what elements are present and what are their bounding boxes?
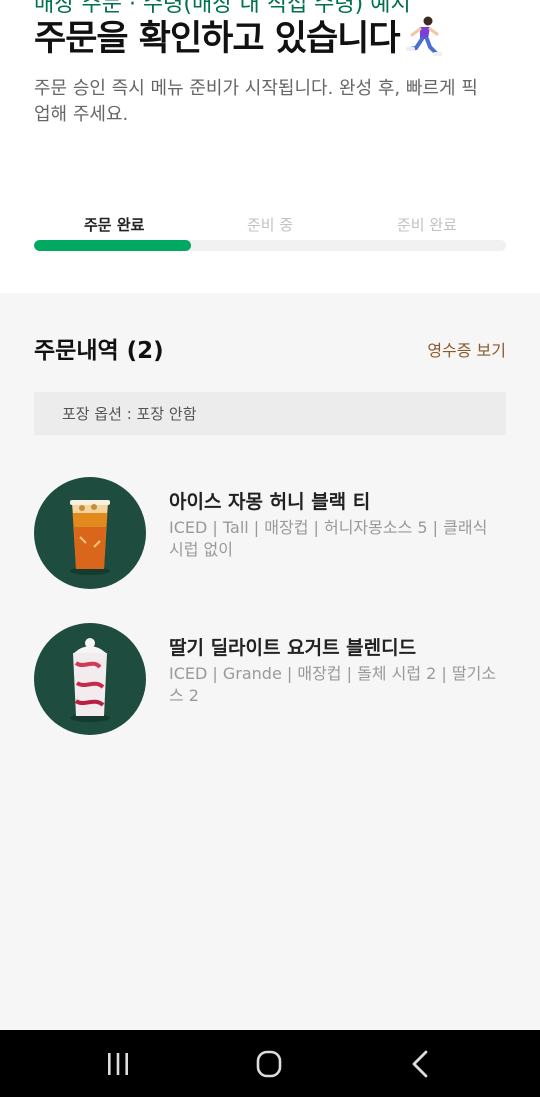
system-navigation-bar [0,1030,540,1097]
running-person-icon [405,15,442,57]
strawberry-yogurt-blended-image [34,623,146,735]
iced-grapefruit-tea-image [34,477,146,589]
page-title: 주문을 확인하고 있습니다 [34,10,442,61]
page-title-text: 주문을 확인하고 있습니다 [34,19,401,59]
recent-apps-icon[interactable] [98,1048,138,1080]
item-name: 아이스 자몽 허니 블랙 티 [169,491,371,513]
step-ready: 준비 완료 [397,216,457,234]
order-item[interactable]: 아이스 자몽 허니 블랙 티 ICED | Tall | 매장컵 | 허니자몽소… [34,477,506,589]
home-icon[interactable] [249,1048,289,1080]
order-item[interactable]: 딸기 딜라이트 요거트 블렌디드 ICED | Grande | 매장컵 | 돌… [34,623,506,735]
view-receipt-link[interactable]: 영수증 보기 [427,337,506,361]
order-status-header: 매장 주문 · 수령(매장 내 직접 수령) 예시 주문을 확인하고 있습니다 … [0,0,540,293]
order-history-title: 주문내역 (2) [34,338,164,364]
progress-bar [34,240,506,251]
back-icon[interactable] [400,1048,440,1080]
page-subtitle: 주문 승인 즉시 메뉴 준비가 시작됩니다. 완성 후, 빠르게 픽업해 주세요… [34,78,478,125]
item-name: 딸기 딜라이트 요거트 블렌디드 [169,637,417,659]
progress-bar-fill [34,240,192,251]
packaging-option-banner: 포장 옵션 : 포장 안함 [34,392,506,435]
item-options: ICED | Grande | 매장컵 | 돌체 시럽 2 | 딸기소스 2 [169,664,497,705]
item-options: ICED | Tall | 매장컵 | 허니자몽소스 5 | 클래식 시럽 없이 [169,518,488,559]
step-order-complete: 주문 완료 [84,216,145,234]
progress-steps: 주문 완료 준비 중 준비 완료 [34,214,506,236]
step-preparing: 준비 중 [247,216,294,234]
